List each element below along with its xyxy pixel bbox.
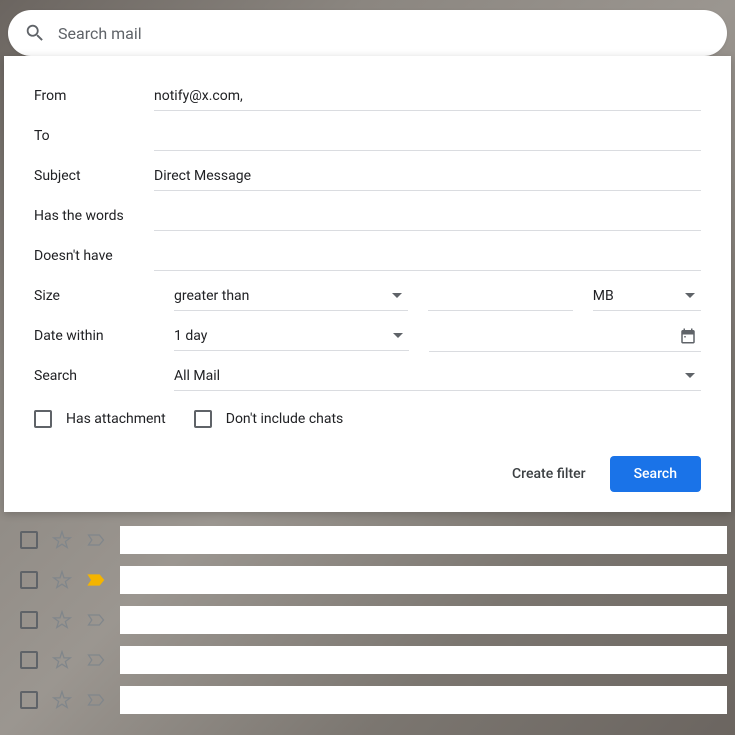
mail-content — [120, 606, 727, 634]
from-label: From — [34, 88, 154, 104]
search-scope-select[interactable]: All Mail — [174, 362, 701, 391]
size-comparator-select[interactable]: greater than — [174, 282, 408, 311]
subject-label: Subject — [34, 168, 154, 184]
chevron-down-icon — [392, 293, 402, 298]
label-icon[interactable] — [86, 570, 106, 590]
date-within-label: Date within — [34, 328, 154, 344]
size-label: Size — [34, 288, 154, 304]
date-input[interactable] — [429, 328, 679, 343]
search-filter-panel: From To Subject Has the words Doesn't ha… — [4, 56, 731, 512]
calendar-icon[interactable] — [679, 327, 697, 345]
mail-row[interactable] — [4, 600, 735, 640]
search-scope-label: Search — [34, 368, 154, 384]
doesnt-have-input[interactable] — [154, 242, 701, 271]
size-comparator-value: greater than — [174, 288, 249, 304]
mail-content — [120, 646, 727, 674]
has-attachment-label: Has attachment — [66, 411, 166, 427]
mail-list: Audiense Daily summary for account @Adam… — [4, 480, 735, 720]
to-label: To — [34, 128, 154, 144]
mail-content — [120, 526, 727, 554]
dont-include-chats-checkbox[interactable]: Don't include chats — [194, 410, 344, 428]
date-range-value: 1 day — [174, 328, 207, 344]
size-unit-value: MB — [593, 288, 614, 304]
search-input[interactable] — [58, 24, 711, 43]
mail-row[interactable] — [4, 640, 735, 680]
star-icon[interactable] — [52, 530, 72, 550]
size-unit-select[interactable]: MB — [593, 282, 701, 311]
search-scope-value: All Mail — [174, 368, 220, 384]
subject-input[interactable] — [154, 162, 701, 191]
search-button[interactable]: Search — [610, 456, 701, 492]
dont-include-chats-label: Don't include chats — [226, 411, 344, 427]
label-icon[interactable] — [86, 530, 106, 550]
size-amount-input[interactable] — [428, 282, 572, 311]
chevron-down-icon — [685, 293, 695, 298]
checkbox-icon — [194, 410, 212, 428]
has-words-label: Has the words — [34, 208, 154, 224]
label-icon[interactable] — [86, 650, 106, 670]
from-input[interactable] — [154, 82, 701, 111]
mail-row[interactable] — [4, 680, 735, 720]
star-icon[interactable] — [52, 570, 72, 590]
has-words-input[interactable] — [154, 202, 701, 231]
search-icon — [24, 22, 46, 44]
doesnt-have-label: Doesn't have — [34, 248, 154, 264]
label-icon[interactable] — [86, 690, 106, 710]
mail-content — [120, 686, 727, 714]
star-icon[interactable] — [52, 610, 72, 630]
star-icon[interactable] — [52, 690, 72, 710]
mail-content — [120, 566, 727, 594]
mail-checkbox[interactable] — [20, 611, 38, 629]
chevron-down-icon — [393, 333, 403, 338]
to-input[interactable] — [154, 122, 701, 151]
search-bar[interactable] — [8, 10, 727, 56]
mail-checkbox[interactable] — [20, 531, 38, 549]
star-icon[interactable] — [52, 650, 72, 670]
checkbox-icon — [34, 410, 52, 428]
mail-checkbox[interactable] — [20, 571, 38, 589]
chevron-down-icon — [685, 373, 695, 378]
mail-checkbox[interactable] — [20, 651, 38, 669]
has-attachment-checkbox[interactable]: Has attachment — [34, 410, 166, 428]
create-filter-button[interactable]: Create filter — [512, 458, 586, 490]
mail-row[interactable] — [4, 520, 735, 560]
date-range-select[interactable]: 1 day — [174, 322, 409, 351]
label-icon[interactable] — [86, 610, 106, 630]
mail-checkbox[interactable] — [20, 691, 38, 709]
mail-row[interactable] — [4, 560, 735, 600]
